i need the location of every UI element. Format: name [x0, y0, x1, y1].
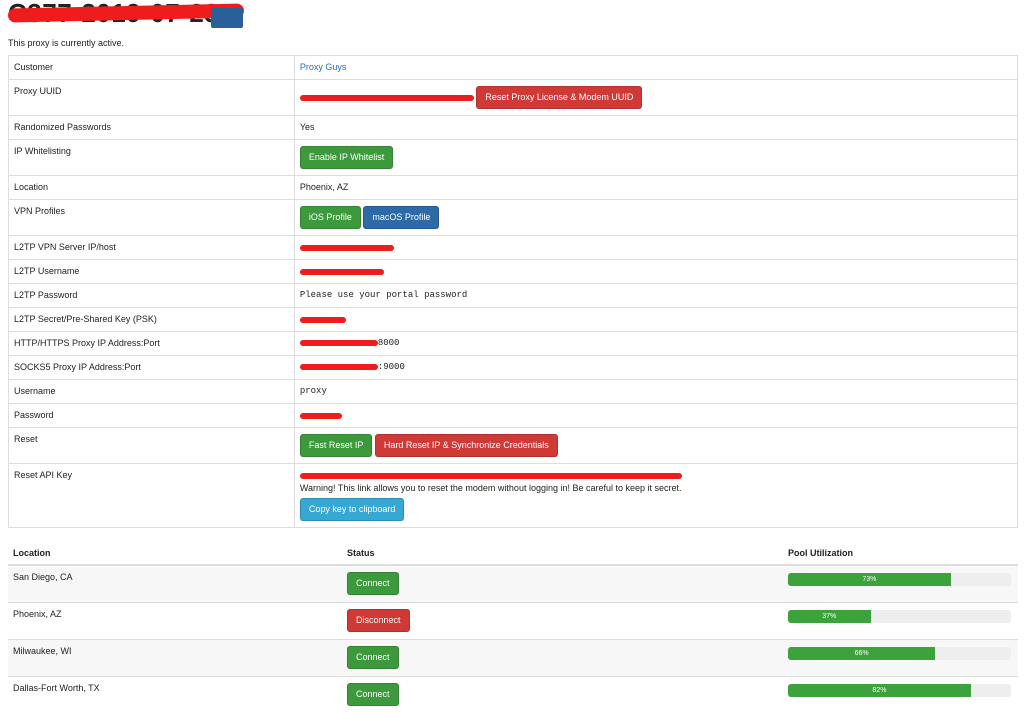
- socks5-proxy-label: SOCKS5 Proxy IP Address:Port: [9, 356, 295, 380]
- pool-utilization-progress: 66%: [788, 647, 1011, 660]
- copy-key-button[interactable]: Copy key to clipboard: [300, 498, 405, 521]
- location-value: Phoenix, AZ: [294, 176, 1017, 200]
- fast-reset-ip-button[interactable]: Fast Reset IP: [300, 434, 373, 457]
- connect-button[interactable]: Connect: [347, 683, 399, 706]
- http-proxy-port: 8000: [378, 338, 400, 348]
- http-proxy-label: HTTP/HTTPS Proxy IP Address:Port: [9, 332, 295, 356]
- location-label: Location: [9, 176, 295, 200]
- ios-profile-button[interactable]: iOS Profile: [300, 206, 361, 229]
- redacted-l2tp-username: [300, 269, 384, 275]
- progress-bar-fill: 37%: [788, 610, 871, 623]
- redacted-password: [300, 413, 342, 419]
- row-randomized-passwords: Randomized Passwords Yes: [9, 116, 1018, 140]
- redacted-psk: [300, 317, 346, 323]
- row-l2tp-server: L2TP VPN Server IP/host: [9, 236, 1018, 260]
- page: C377-2019-07-23 This proxy is currently …: [0, 0, 1024, 713]
- username-value: proxy: [294, 380, 1017, 404]
- username-label: Username: [9, 380, 295, 404]
- l2tp-username-label: L2TP Username: [9, 260, 295, 284]
- row-l2tp-psk: L2TP Secret/Pre-Shared Key (PSK): [9, 308, 1018, 332]
- row-http-proxy: HTTP/HTTPS Proxy IP Address:Port 8000: [9, 332, 1018, 356]
- row-l2tp-username: L2TP Username: [9, 260, 1018, 284]
- reset-api-warning: Warning! This link allows you to reset t…: [300, 483, 1012, 494]
- ip-whitelisting-label: IP Whitelisting: [9, 140, 295, 176]
- row-username: Username proxy: [9, 380, 1018, 404]
- progress-bar-fill: 73%: [788, 573, 951, 586]
- table-row: Phoenix, AZDisconnect 37%: [8, 603, 1018, 640]
- row-ip-whitelisting: IP Whitelisting Enable IP Whitelist: [9, 140, 1018, 176]
- reset-license-button[interactable]: Reset Proxy License & Modem UUID: [476, 86, 642, 109]
- macos-profile-button[interactable]: macOS Profile: [363, 206, 439, 229]
- row-location: Location Phoenix, AZ: [9, 176, 1018, 200]
- enable-ip-whitelist-button[interactable]: Enable IP Whitelist: [300, 146, 393, 169]
- pool-utilization-progress: 73%: [788, 573, 1011, 586]
- randomized-passwords-value: Yes: [294, 116, 1017, 140]
- connect-button[interactable]: Connect: [347, 646, 399, 669]
- locations-table: Location Status Pool Utilization San Die…: [8, 542, 1018, 713]
- reset-api-key-label: Reset API Key: [9, 464, 295, 528]
- l2tp-password-label: L2TP Password: [9, 284, 295, 308]
- proxy-details-table: Customer Proxy Guys Proxy UUID Reset Pro…: [8, 55, 1018, 528]
- progress-bar-fill: 82%: [788, 684, 971, 697]
- location-column-header: Location: [8, 542, 342, 565]
- l2tp-password-value: Please use your portal password: [294, 284, 1017, 308]
- pool-utilization-progress: 37%: [788, 610, 1011, 623]
- redacted-api-link: [300, 473, 682, 479]
- row-l2tp-password: L2TP Password Please use your portal pas…: [9, 284, 1018, 308]
- title-row: C377-2019-07-23: [8, 0, 1016, 30]
- status-badge: [211, 8, 243, 28]
- location-name: Phoenix, AZ: [8, 603, 342, 640]
- hard-reset-ip-button[interactable]: Hard Reset IP & Synchronize Credentials: [375, 434, 558, 457]
- pool-utilization-progress: 82%: [788, 684, 1011, 697]
- proxy-status-text: This proxy is currently active.: [8, 38, 1016, 48]
- redacted-socks-ip: [300, 364, 378, 370]
- row-socks5-proxy: SOCKS5 Proxy IP Address:Port :9000: [9, 356, 1018, 380]
- row-password: Password: [9, 404, 1018, 428]
- password-label: Password: [9, 404, 295, 428]
- progress-bar-fill: 66%: [788, 647, 935, 660]
- reset-label: Reset: [9, 428, 295, 464]
- proxy-uuid-label: Proxy UUID: [9, 80, 295, 116]
- locations-header-row: Location Status Pool Utilization: [8, 542, 1018, 565]
- l2tp-psk-label: L2TP Secret/Pre-Shared Key (PSK): [9, 308, 295, 332]
- redacted-http-ip: [300, 340, 378, 346]
- row-customer: Customer Proxy Guys: [9, 56, 1018, 80]
- row-reset: Reset Fast Reset IP Hard Reset IP & Sync…: [9, 428, 1018, 464]
- row-reset-api-key: Reset API Key Warning! This link allows …: [9, 464, 1018, 528]
- location-name: Milwaukee, WI: [8, 640, 342, 677]
- table-row: San Diego, CAConnect 73%: [8, 565, 1018, 603]
- vpn-profiles-label: VPN Profiles: [9, 200, 295, 236]
- pool-utilization-column-header: Pool Utilization: [783, 542, 1018, 565]
- disconnect-button[interactable]: Disconnect: [347, 609, 410, 632]
- row-proxy-uuid: Proxy UUID Reset Proxy License & Modem U…: [9, 80, 1018, 116]
- socks5-proxy-port: :9000: [378, 362, 405, 372]
- table-row: Milwaukee, WIConnect 66%: [8, 640, 1018, 677]
- table-row: Dallas-Fort Worth, TXConnect 82%: [8, 677, 1018, 713]
- location-name: Dallas-Fort Worth, TX: [8, 677, 342, 713]
- l2tp-server-label: L2TP VPN Server IP/host: [9, 236, 295, 260]
- connect-button[interactable]: Connect: [347, 572, 399, 595]
- customer-link[interactable]: Proxy Guys: [300, 62, 347, 72]
- redacted-uuid: [300, 95, 474, 101]
- row-vpn-profiles: VPN Profiles iOS Profile macOS Profile: [9, 200, 1018, 236]
- status-column-header: Status: [342, 542, 783, 565]
- customer-label: Customer: [9, 56, 295, 80]
- location-name: San Diego, CA: [8, 565, 342, 603]
- randomized-passwords-label: Randomized Passwords: [9, 116, 295, 140]
- redacted-l2tp-server: [300, 245, 394, 251]
